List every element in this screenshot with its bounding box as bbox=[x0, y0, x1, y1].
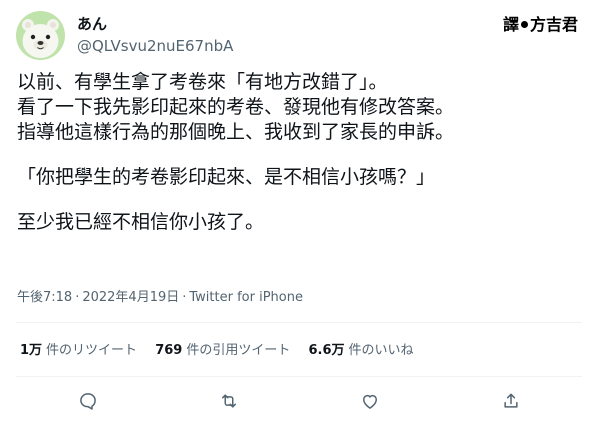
meta-separator: · bbox=[75, 290, 80, 305]
tweet-line: 以前、有學生拿了考卷來「有地方改錯了」。 bbox=[17, 71, 388, 93]
display-name[interactable]: あん bbox=[77, 14, 107, 34]
share-icon bbox=[504, 393, 518, 408]
retweets-label: 件のリツイート bbox=[46, 343, 138, 358]
tweet-line: 至少我已經不相信你小孩了。 bbox=[17, 211, 265, 233]
user-handle[interactable]: @QLVsvu2nuE67nbA bbox=[77, 36, 233, 56]
action-bar bbox=[0, 389, 598, 413]
like-button[interactable] bbox=[358, 389, 382, 413]
watermark-dot-icon bbox=[520, 21, 528, 28]
quotes-label: 件の引用ツイート bbox=[186, 343, 291, 358]
tweet-client[interactable]: Twitter for iPhone bbox=[189, 290, 303, 305]
share-button[interactable] bbox=[499, 389, 523, 413]
tweet-metadata: 午後7:18 · 2022年4月19日 · Twitter for iPhone bbox=[17, 289, 303, 307]
retweet-button[interactable] bbox=[217, 389, 241, 413]
quotes-count: 769 bbox=[155, 343, 183, 358]
watermark-left-text: 譯 bbox=[502, 15, 519, 34]
engagement-stats: 1万 件のリツイート 769 件の引用ツイート 6.6万 件のいいね bbox=[20, 342, 428, 360]
divider bbox=[16, 376, 582, 377]
likes-label: 件のいいね bbox=[348, 343, 414, 358]
tweet-text: 以前、有學生拿了考卷來「有地方改錯了」。 看了一下我先影印起來的考卷、發現他有修… bbox=[17, 70, 587, 235]
divider bbox=[16, 322, 582, 323]
avatar[interactable] bbox=[16, 11, 65, 60]
tweet-line: 指導他這樣行為的那個晚上、我收到了家長的申訴。 bbox=[17, 121, 455, 143]
meta-separator: · bbox=[182, 290, 187, 305]
polar-bear-avatar-image bbox=[16, 11, 65, 60]
tweet-line: 看了一下我先影印起來的考卷、發現他有修改答案。 bbox=[17, 96, 455, 118]
tweet-time[interactable]: 午後7:18 bbox=[17, 290, 72, 305]
translator-watermark: 譯方吉君 bbox=[503, 14, 578, 36]
reply-icon bbox=[80, 393, 96, 410]
tweet-date[interactable]: 2022年4月19日 bbox=[82, 290, 179, 305]
tweet-line: 「你把學生的考卷影印起來、是不相信小孩嗎？」 bbox=[17, 166, 436, 188]
retweet-icon bbox=[222, 394, 236, 408]
watermark-right-text: 方吉君 bbox=[529, 15, 578, 34]
quotes-stat[interactable]: 769 件の引用ツイート bbox=[155, 342, 290, 360]
reply-button[interactable] bbox=[76, 389, 100, 413]
retweets-count: 1万 bbox=[20, 343, 43, 358]
likes-count: 6.6万 bbox=[308, 343, 345, 358]
retweets-stat[interactable]: 1万 件のリツイート bbox=[20, 342, 137, 360]
likes-stat[interactable]: 6.6万 件のいいね bbox=[309, 342, 414, 360]
like-icon bbox=[363, 394, 377, 409]
